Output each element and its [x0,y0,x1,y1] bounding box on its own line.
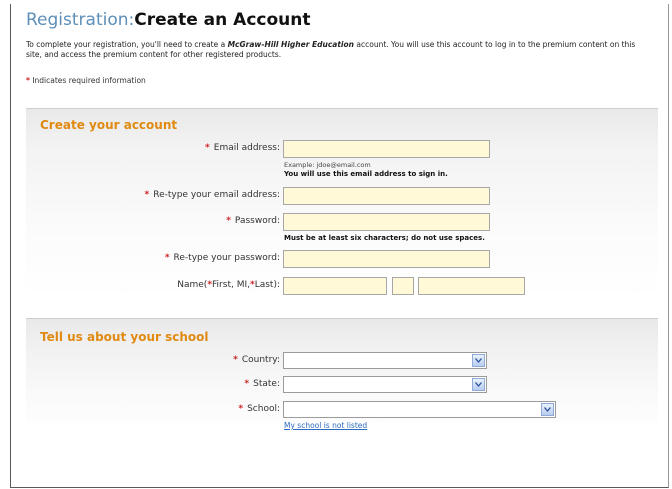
create-account-title: Create your account [40,118,178,132]
required-star: * [226,216,231,226]
required-star: * [26,76,30,85]
last-name-input[interactable] [418,277,525,295]
intro-brand: McGraw-Hill Higher Education [227,40,354,49]
chevron-down-icon[interactable] [541,403,554,416]
school-not-listed-link[interactable]: My school is not listed [284,421,367,430]
country-select[interactable] [283,352,487,369]
state-select[interactable] [283,376,487,393]
required-star: * [164,253,170,263]
password-input[interactable] [283,213,490,231]
required-note: * Indicates required information [26,76,146,85]
name-label-last: Last): [254,280,280,290]
state-label: * State: [244,379,280,389]
required-star: * [233,355,238,365]
state-label-text: State: [253,379,280,389]
school-label-text: School: [247,404,280,414]
required-star: * [205,143,210,153]
email-hint-note: You will use this email address to sign … [284,170,448,178]
name-label-prefix: Name( [177,280,208,290]
password-label-text: Password: [234,216,280,226]
required-note-text: Indicates required information [32,76,146,85]
password-confirm-label: * Re-type your password: [165,253,280,263]
intro-part-1: To complete your registration, you'll ne… [26,40,228,49]
required-star: * [244,379,250,389]
required-star: * [238,404,244,414]
school-label: * School: [238,404,280,414]
create-account-section: Create your account * Email address: Exam… [26,108,658,308]
school-section: Tell us about your school * Country: * Sta… [26,318,658,430]
chevron-down-icon[interactable] [472,354,485,367]
school-section-title: Tell us about your school [40,330,209,344]
email-hint-example: Example: jdoe@email.com [284,161,371,169]
password-hint: Must be at least six characters; do not … [284,234,485,242]
name-label: Name(*First, MI,*Last): [177,280,280,290]
title-prefix: Registration [26,10,129,30]
name-label-first: First, MI, [212,280,250,290]
email-confirm-input[interactable] [283,187,490,205]
page-title: Registration:Create an Account [26,10,311,34]
password-confirm-label-text: Re-type your password: [173,253,280,263]
email-label-text: Email address: [213,143,280,153]
title-main: Create an Account [134,10,311,30]
country-label-text: Country: [241,355,280,365]
intro-text: To complete your registration, you'll ne… [26,40,646,60]
email-label: * Email address: [205,143,280,153]
school-select[interactable] [283,401,556,418]
password-confirm-input[interactable] [283,250,490,268]
first-name-input[interactable] [283,277,387,295]
email-input[interactable] [283,140,490,158]
email-confirm-label-text: Re-type your email address: [153,190,280,200]
chevron-down-icon[interactable] [472,378,485,391]
password-label: * Password: [226,216,280,226]
email-confirm-label: * Re-type your email address: [145,190,281,200]
country-label: * Country: [233,355,280,365]
middle-initial-input[interactable] [392,277,414,295]
required-star: * [144,190,150,200]
